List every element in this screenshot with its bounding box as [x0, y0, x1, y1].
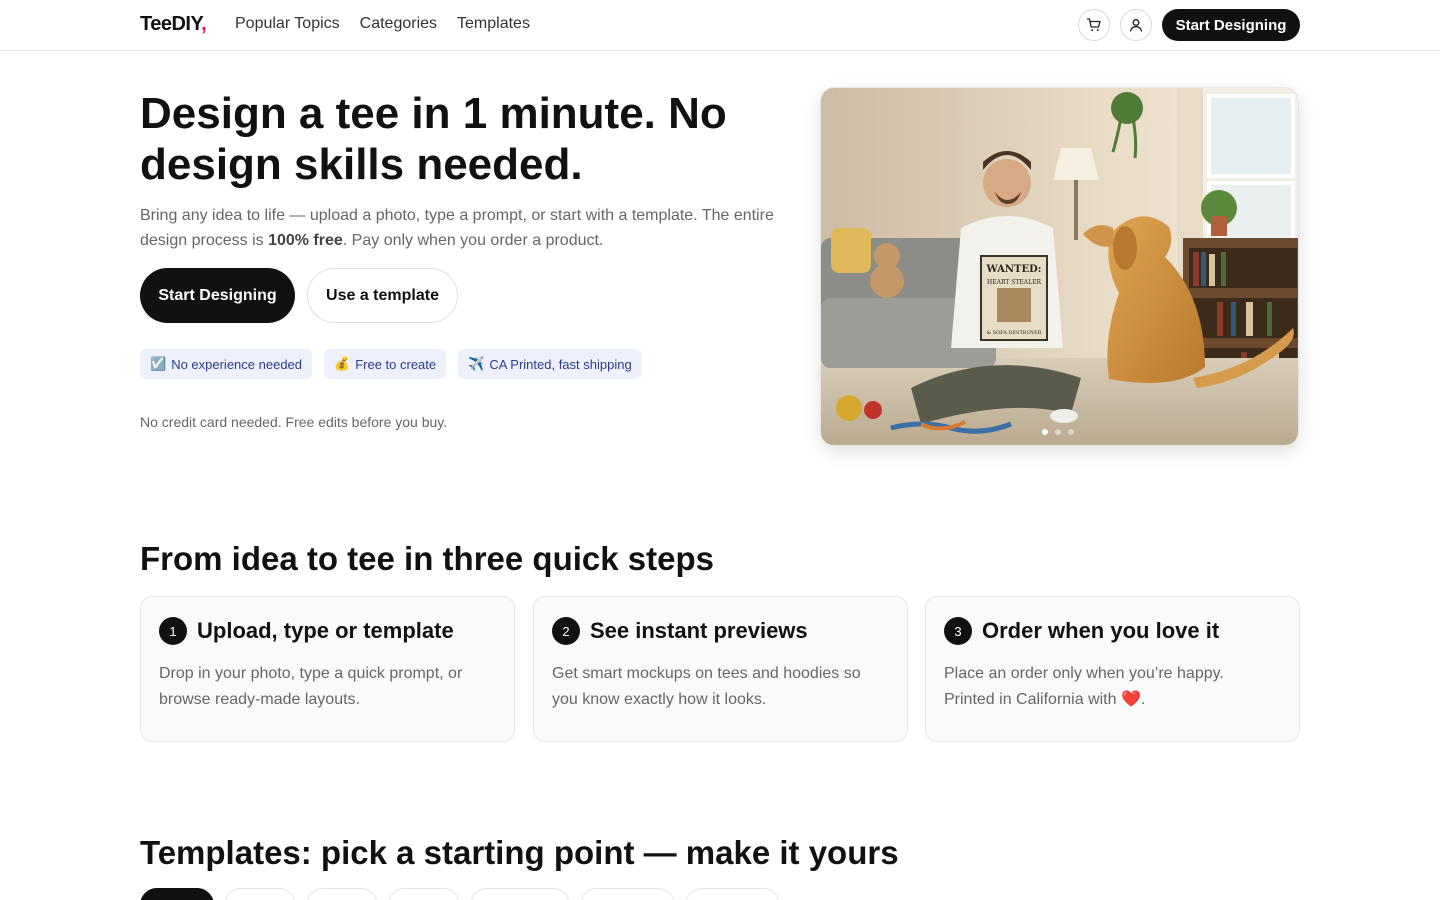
step-title: Order when you love it: [982, 618, 1220, 643]
shirt-text-wanted: WANTED:: [986, 264, 1042, 275]
shirt-text-heart-stealer: HEART STEALER: [987, 279, 1041, 286]
nav-popular-topics[interactable]: Popular Topics: [235, 15, 340, 33]
heart-icon: ❤️: [1120, 691, 1141, 708]
template-tab[interactable]: [224, 888, 296, 900]
step-number-badge: 2: [552, 617, 580, 645]
carousel-dot[interactable]: [1042, 429, 1048, 435]
step-description-end: .: [1140, 691, 1146, 708]
cart-icon: [1086, 18, 1101, 31]
money-bag-icon: 💰: [334, 356, 351, 371]
cart-button[interactable]: [1078, 9, 1110, 41]
hero-subtitle-free: 100% free: [268, 232, 343, 249]
chip-label: CA Printed, fast shipping: [489, 356, 632, 372]
main-nav: Popular Topics Categories Templates: [235, 15, 530, 33]
hero-photo: WANTED: HEART STEALER & SOFA DESTROYER: [821, 88, 1298, 445]
template-tab[interactable]: [388, 888, 460, 900]
step-header: 2 See instant previews: [552, 617, 808, 645]
step-number-badge: 3: [944, 617, 972, 645]
step-description: Get smart mockups on tees and hoodies so…: [552, 665, 861, 708]
chip-free: 💰 Free to create: [324, 349, 447, 379]
chip-label: No experience needed: [171, 356, 303, 372]
template-tab[interactable]: [140, 888, 214, 900]
start-designing-button[interactable]: Start Designing: [140, 268, 295, 323]
shirt-text-sofa: & SOFA DESTROYER: [987, 330, 1042, 336]
airplane-icon: ✈️: [468, 356, 485, 371]
hero-fineprint: No credit card needed. Free edits before…: [140, 414, 448, 430]
hero-carousel[interactable]: WANTED: HEART STEALER & SOFA DESTROYER: [820, 87, 1299, 446]
template-tab[interactable]: [580, 888, 675, 900]
logo-text: TeeDIY: [140, 13, 202, 35]
template-tab[interactable]: [306, 888, 378, 900]
nav-categories[interactable]: Categories: [360, 15, 437, 33]
step-description: Drop in your photo, type a quick prompt,…: [159, 665, 463, 708]
template-tab[interactable]: [685, 888, 780, 900]
carousel-dots: [1042, 429, 1074, 435]
step-description: Place an order only when you’re happy. P…: [944, 661, 1274, 713]
chip-no-experience: ☑️ No experience needed: [140, 349, 313, 379]
step-card-3: 3 Order when you love it Place an order …: [925, 596, 1300, 742]
site-header: TeeDIY, Popular Topics Categories Templa…: [0, 0, 1440, 51]
step-title: See instant previews: [590, 618, 808, 643]
steps-heading: From idea to tee in three quick steps: [140, 540, 714, 577]
step-title: Upload, type or template: [197, 618, 454, 643]
account-button[interactable]: [1120, 9, 1152, 41]
logo[interactable]: TeeDIY,: [140, 13, 207, 36]
chip-label: Free to create: [355, 356, 437, 372]
templates-heading: Templates: pick a starting point — make …: [140, 834, 899, 871]
use-template-button[interactable]: Use a template: [307, 268, 458, 323]
step-card-2: 2 See instant previews Get smart mockups…: [533, 596, 908, 742]
template-tab[interactable]: [470, 888, 570, 900]
hero-subtitle: Bring any idea to life — upload a photo,…: [140, 203, 790, 253]
step-description-text: Place an order only when you’re happy. P…: [944, 665, 1224, 708]
header-start-designing-button[interactable]: Start Designing: [1162, 9, 1300, 41]
step-number-badge: 1: [159, 617, 187, 645]
hero-title: Design a tee in 1 minute. No design skil…: [140, 89, 727, 189]
template-filter-tabs: [140, 888, 780, 900]
carousel-dot[interactable]: [1068, 429, 1074, 435]
checkbox-icon: ☑️: [150, 356, 167, 371]
carousel-dot[interactable]: [1055, 429, 1061, 435]
step-header: 1 Upload, type or template: [159, 617, 454, 645]
user-icon: [1129, 19, 1143, 32]
feature-chips: ☑️ No experience needed 💰 Free to create ✈…: [140, 349, 642, 379]
chip-shipping: ✈️ CA Printed, fast shipping: [458, 349, 642, 379]
hero-subtitle-end: . Pay only when you order a product.: [342, 232, 604, 249]
nav-templates[interactable]: Templates: [457, 15, 530, 33]
step-card-1: 1 Upload, type or template Drop in your …: [140, 596, 515, 742]
step-header: 3 Order when you love it: [944, 617, 1219, 645]
logo-accent: ,: [201, 13, 207, 35]
